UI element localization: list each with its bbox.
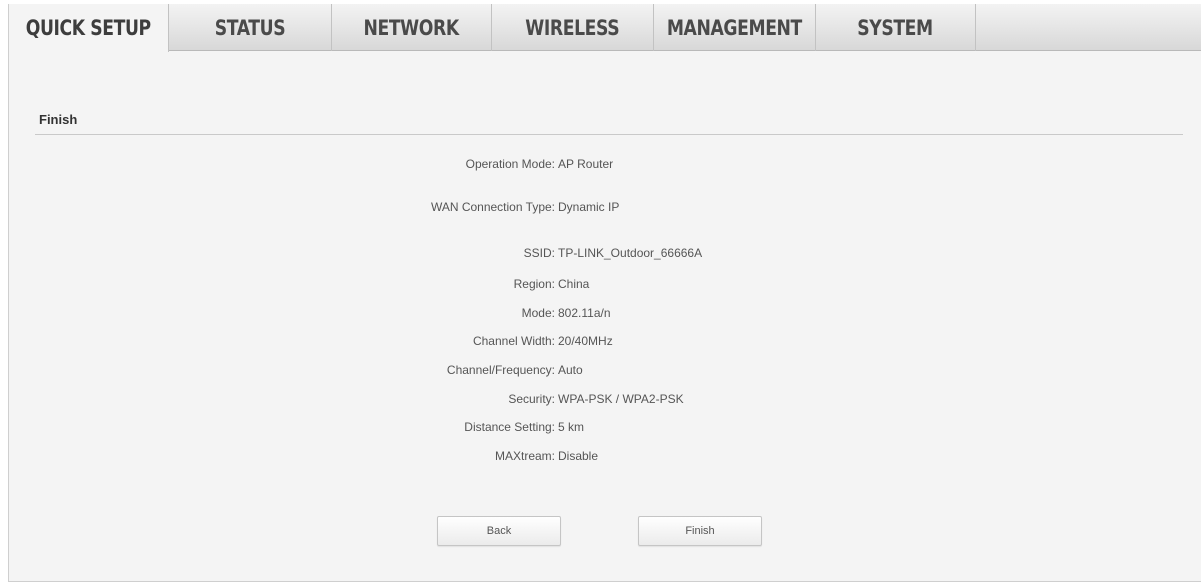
summary-row-channel-width: Channel Width: 20/40MHz bbox=[9, 332, 1201, 350]
tab-bar-filler bbox=[976, 4, 1201, 51]
summary-row-mode: Mode: 802.11a/n bbox=[9, 304, 1201, 322]
tab-network-label: NETWORK bbox=[363, 15, 460, 40]
region-label: Region: bbox=[513, 277, 555, 291]
tab-system-label: SYSTEM bbox=[857, 15, 934, 40]
mode-value: 802.11a/n bbox=[558, 306, 611, 320]
tab-system[interactable]: SYSTEM bbox=[816, 4, 976, 51]
router-admin-frame: QUICK SETUP STATUS NETWORK WIRELESS MANA… bbox=[8, 4, 1201, 582]
back-button[interactable]: Back bbox=[437, 516, 561, 546]
maxtream-value: Disable bbox=[558, 449, 599, 463]
channel-frequency-value: Auto bbox=[558, 363, 583, 377]
operation-mode-value: AP Router bbox=[558, 157, 614, 171]
channel-width-label: Channel Width: bbox=[472, 334, 555, 348]
security-label: Security: bbox=[508, 392, 555, 406]
tab-network[interactable]: NETWORK bbox=[332, 4, 492, 51]
summary-row-maxtream: MAXtream: Disable bbox=[9, 447, 1201, 465]
security-value: WPA-PSK / WPA2-PSK bbox=[558, 392, 684, 406]
distance-setting-value: 5 km bbox=[558, 420, 585, 434]
operation-mode-label: Operation Mode: bbox=[465, 157, 555, 171]
tab-quick-setup[interactable]: QUICK SETUP bbox=[9, 4, 169, 52]
region-value: China bbox=[558, 277, 590, 291]
section-divider bbox=[35, 134, 1183, 135]
channel-width-value: 20/40MHz bbox=[558, 334, 613, 348]
tab-wireless[interactable]: WIRELESS bbox=[492, 4, 654, 51]
mode-label: Mode: bbox=[521, 306, 555, 320]
tab-management-label: MANAGEMENT bbox=[666, 15, 803, 40]
wan-type-label: WAN Connection Type: bbox=[430, 200, 555, 214]
channel-frequency-label: Channel/Frequency: bbox=[446, 363, 555, 377]
distance-setting-label: Distance Setting: bbox=[464, 420, 555, 434]
section-title: Finish bbox=[39, 112, 78, 127]
main-tab-bar: QUICK SETUP STATUS NETWORK WIRELESS MANA… bbox=[9, 4, 1201, 52]
summary-row-operation-mode: Operation Mode: AP Router bbox=[9, 155, 1201, 173]
summary-row-security: Security: WPA-PSK / WPA2-PSK bbox=[9, 390, 1201, 408]
tab-status-label: STATUS bbox=[214, 15, 286, 40]
summary-row-distance-setting: Distance Setting: 5 km bbox=[9, 418, 1201, 436]
summary-row-channel-frequency: Channel/Frequency: Auto bbox=[9, 361, 1201, 379]
tab-quick-setup-label: QUICK SETUP bbox=[25, 16, 151, 40]
tab-status[interactable]: STATUS bbox=[169, 4, 332, 51]
maxtream-label: MAXtream: bbox=[494, 449, 555, 463]
tab-management[interactable]: MANAGEMENT bbox=[654, 4, 816, 51]
summary-row-region: Region: China bbox=[9, 275, 1201, 293]
tab-wireless-label: WIRELESS bbox=[525, 15, 620, 40]
finish-button[interactable]: Finish bbox=[638, 516, 762, 546]
ssid-value: TP-LINK_Outdoor_66666A bbox=[558, 246, 703, 260]
ssid-label: SSID: bbox=[523, 246, 555, 260]
summary-row-ssid: SSID: TP-LINK_Outdoor_66666A bbox=[9, 244, 1201, 262]
summary-row-wan-type: WAN Connection Type: Dynamic IP bbox=[9, 198, 1201, 216]
wan-type-value: Dynamic IP bbox=[558, 200, 620, 214]
